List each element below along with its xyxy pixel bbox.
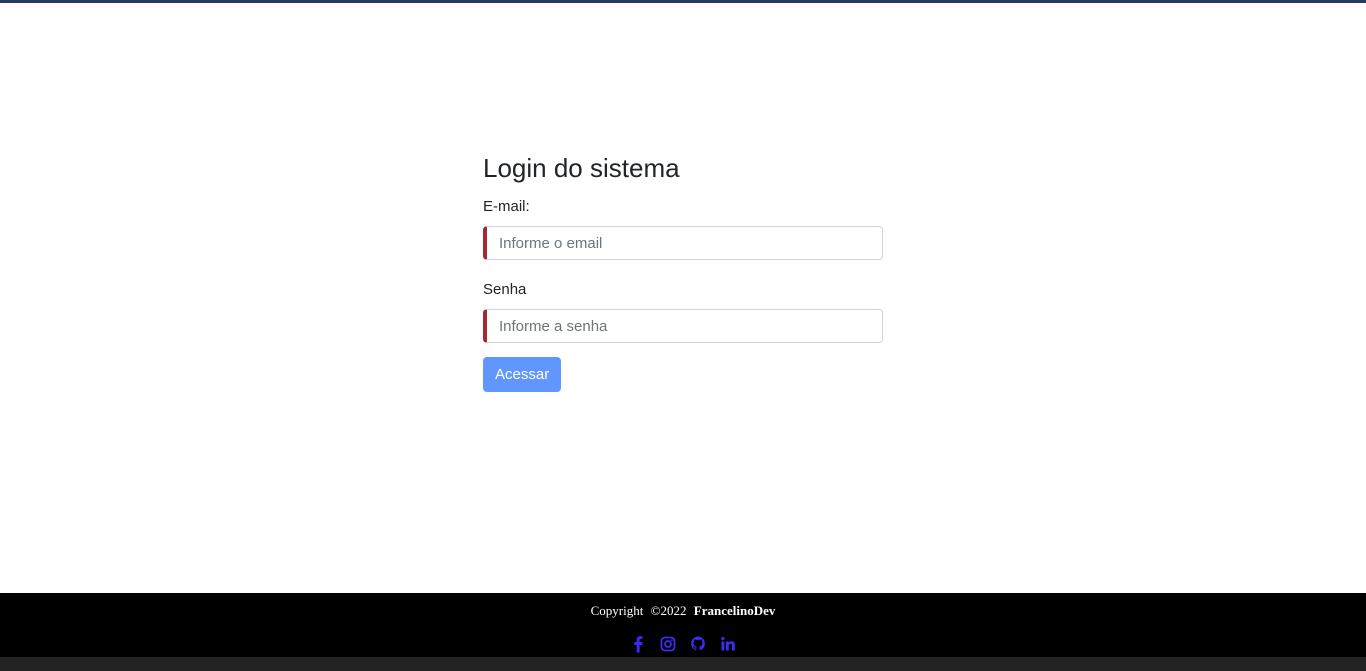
top-accent-bar: [0, 0, 1366, 3]
password-input[interactable]: [483, 309, 883, 343]
email-label: E-mail:: [483, 198, 530, 215]
github-icon: [691, 636, 705, 651]
login-form: Login do sistema E-mail: Senha Acessar: [483, 152, 883, 392]
page-bottom-strip: [0, 657, 1366, 671]
password-label: Senha: [483, 281, 527, 298]
submit-button[interactable]: Acessar: [483, 357, 562, 392]
facebook-link[interactable]: [630, 635, 646, 653]
copyright-year: ©2022: [650, 603, 687, 618]
copyright: Copyright ©2022 FrancelinoDev: [0, 603, 1366, 619]
page-title: Login do sistema: [483, 153, 680, 183]
github-link[interactable]: [690, 635, 706, 653]
email-input[interactable]: [483, 226, 883, 260]
instagram-link[interactable]: [660, 635, 676, 653]
linkedin-icon: [721, 637, 735, 651]
social-links: [0, 635, 1366, 653]
copyright-word: Copyright: [590, 603, 644, 618]
facebook-icon: [634, 636, 643, 653]
instagram-icon: [660, 636, 676, 652]
email-group: E-mail:: [483, 198, 883, 260]
footer: Copyright ©2022 FrancelinoDev: [0, 593, 1366, 657]
linkedin-link[interactable]: [720, 635, 736, 653]
password-group: Senha: [483, 281, 883, 343]
brand-name: FrancelinoDev: [693, 603, 776, 618]
